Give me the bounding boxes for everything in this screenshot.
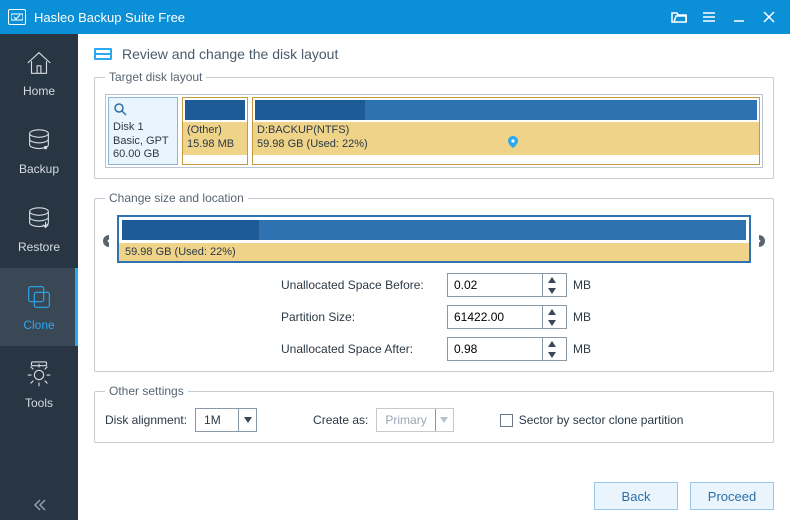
spin-up-icon[interactable] bbox=[543, 338, 560, 349]
page-title: Review and change the disk layout bbox=[122, 46, 338, 62]
back-button[interactable]: Back bbox=[594, 482, 678, 510]
resize-partition[interactable]: 59.98 GB (Used: 22%) bbox=[117, 215, 751, 263]
sidebar: Home Backup Restore Clone Tools bbox=[0, 34, 78, 520]
sidebar-collapse[interactable] bbox=[0, 490, 78, 520]
input-partition-size[interactable] bbox=[447, 305, 567, 329]
magnifier-icon bbox=[113, 102, 173, 121]
label-partition-size: Partition Size: bbox=[281, 310, 441, 324]
disk-layout-icon bbox=[94, 46, 112, 62]
partition-backup-size: 59.98 GB (Used: 22%) bbox=[257, 138, 755, 152]
page-header: Review and change the disk layout bbox=[94, 46, 774, 62]
close-icon[interactable] bbox=[754, 0, 784, 34]
sidebar-item-clone[interactable]: Clone bbox=[0, 268, 78, 346]
disk-layout: Disk 1 Basic, GPT 60.00 GB (Other) 15.98… bbox=[105, 94, 763, 168]
sidebar-item-label: Clone bbox=[23, 318, 54, 332]
chevron-down-icon[interactable] bbox=[238, 409, 256, 431]
sidebar-item-home[interactable]: Home bbox=[0, 34, 78, 112]
sidebar-item-label: Tools bbox=[25, 396, 53, 410]
proceed-button[interactable]: Proceed bbox=[690, 482, 774, 510]
input-space-before[interactable] bbox=[447, 273, 567, 297]
menu-icon[interactable] bbox=[694, 0, 724, 34]
spin-down-icon[interactable] bbox=[543, 349, 560, 360]
sidebar-item-restore[interactable]: Restore bbox=[0, 190, 78, 268]
spin-up-icon[interactable] bbox=[543, 274, 560, 285]
disk-size: 60.00 GB bbox=[113, 148, 173, 162]
combo-disk-alignment[interactable]: 1M bbox=[195, 408, 257, 432]
resize-partition-meta: 59.98 GB (Used: 22%) bbox=[119, 243, 749, 261]
combo-disk-alignment-value: 1M bbox=[196, 413, 238, 427]
group-change-legend: Change size and location bbox=[105, 191, 248, 205]
checkbox-box-icon bbox=[500, 414, 513, 427]
partition-backup-usedbar bbox=[255, 100, 365, 120]
group-target-legend: Target disk layout bbox=[105, 70, 206, 84]
sidebar-item-label: Restore bbox=[18, 240, 60, 254]
app-logo-icon bbox=[8, 9, 26, 25]
spin-up-icon[interactable] bbox=[543, 306, 560, 317]
input-space-before-field[interactable] bbox=[448, 274, 542, 296]
label-disk-alignment: Disk alignment: bbox=[105, 413, 187, 427]
disk-type: Basic, GPT bbox=[113, 135, 173, 149]
disk-name: Disk 1 bbox=[113, 121, 173, 135]
unit-space-after: MB bbox=[573, 342, 601, 356]
minimize-icon[interactable] bbox=[724, 0, 754, 34]
partition-other-size: 15.98 MB bbox=[187, 138, 243, 152]
sidebar-item-backup[interactable]: Backup bbox=[0, 112, 78, 190]
footer: Back Proceed bbox=[94, 476, 774, 510]
sidebar-item-tools[interactable]: Tools bbox=[0, 346, 78, 424]
unit-partition-size: MB bbox=[573, 310, 601, 324]
group-change-size: Change size and location 59.98 GB (Used:… bbox=[94, 191, 774, 372]
checkbox-sector-clone[interactable]: Sector by sector clone partition bbox=[500, 413, 684, 427]
input-space-after-field[interactable] bbox=[448, 338, 542, 360]
combo-create-as-value: Primary bbox=[377, 413, 434, 427]
pin-icon bbox=[507, 136, 519, 153]
group-other-legend: Other settings bbox=[105, 384, 188, 398]
combo-create-as: Primary bbox=[376, 408, 453, 432]
main-panel: Review and change the disk layout Target… bbox=[78, 34, 790, 520]
titlebar: Hasleo Backup Suite Free bbox=[0, 0, 790, 34]
partition-backup[interactable]: D:BACKUP(NTFS) 59.98 GB (Used: 22%) bbox=[252, 97, 760, 165]
label-space-after: Unallocated Space After: bbox=[281, 342, 441, 356]
sidebar-item-label: Backup bbox=[19, 162, 59, 176]
input-space-after[interactable] bbox=[447, 337, 567, 361]
spin-down-icon[interactable] bbox=[543, 285, 560, 296]
chevron-down-icon bbox=[435, 409, 453, 431]
open-icon[interactable] bbox=[664, 0, 694, 34]
app-title: Hasleo Backup Suite Free bbox=[34, 10, 185, 25]
partition-other-label: (Other) bbox=[187, 124, 243, 138]
checkbox-sector-label: Sector by sector clone partition bbox=[519, 413, 684, 427]
sidebar-item-label: Home bbox=[23, 84, 55, 98]
group-target-layout: Target disk layout Disk 1 Basic, GPT 60.… bbox=[94, 70, 774, 179]
resize-usedbar bbox=[122, 220, 259, 240]
disk-card[interactable]: Disk 1 Basic, GPT 60.00 GB bbox=[108, 97, 178, 165]
partition-backup-label: D:BACKUP(NTFS) bbox=[257, 124, 755, 138]
spin-down-icon[interactable] bbox=[543, 317, 560, 328]
resize-handle-right[interactable] bbox=[753, 215, 765, 275]
unit-space-before: MB bbox=[573, 278, 601, 292]
label-create-as: Create as: bbox=[313, 413, 368, 427]
label-space-before: Unallocated Space Before: bbox=[281, 278, 441, 292]
group-other-settings: Other settings Disk alignment: 1M Create… bbox=[94, 384, 774, 443]
resize-handle-left[interactable] bbox=[103, 215, 115, 275]
input-partition-size-field[interactable] bbox=[448, 306, 542, 328]
partition-other[interactable]: (Other) 15.98 MB bbox=[182, 97, 248, 165]
